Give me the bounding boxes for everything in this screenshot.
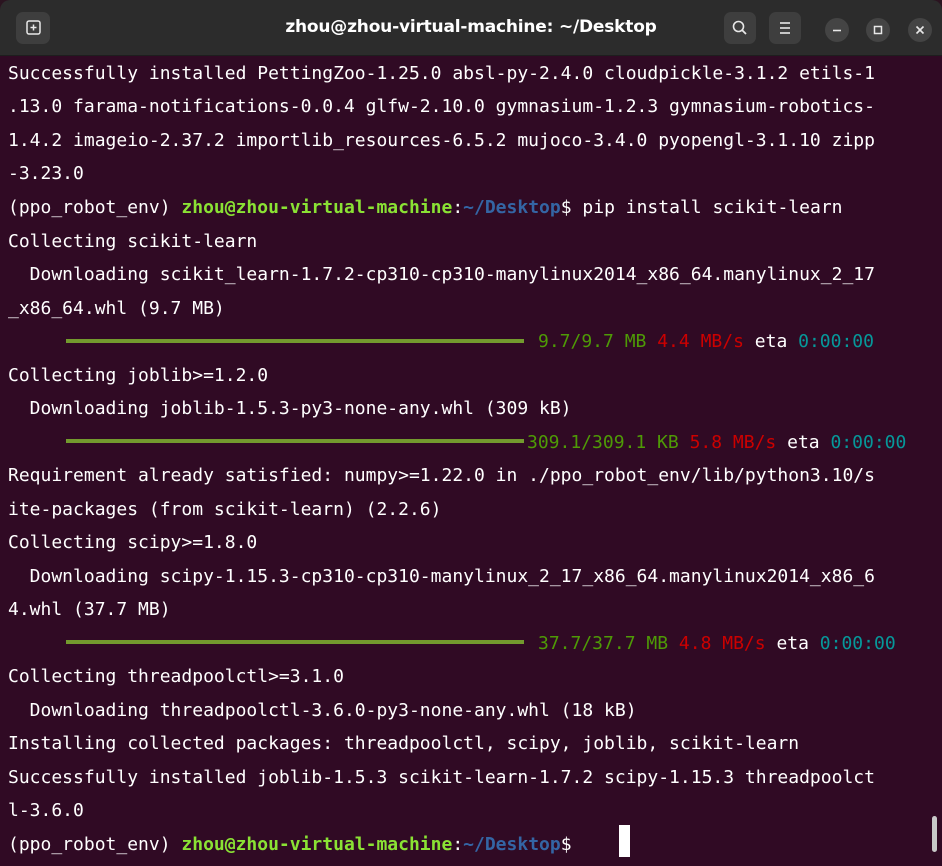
progress-eta-label: eta [754, 331, 788, 352]
progress-eta-label: eta [776, 633, 809, 654]
progress-bar [66, 339, 524, 343]
prompt-path: ~/Desktop [463, 834, 561, 855]
close-button[interactable] [908, 18, 932, 42]
prompt-sign: $ [560, 834, 583, 855]
title-bar: zhou@zhou-virtual-machine: ~/Desktop [0, 0, 942, 56]
search-button[interactable] [724, 12, 756, 44]
output-line: Collecting scikit-learn [8, 231, 258, 252]
output-line: Collecting joblib>=1.2.0 [8, 365, 269, 386]
prompt-command: pip install scikit-learn [582, 197, 843, 218]
progress-info: 309.1/309.1 KB 5.8 MB/s eta 0:00:00 [527, 428, 906, 458]
hamburger-menu-icon [780, 22, 790, 34]
output-line: Requirement already satisfied: numpy>=1.… [8, 465, 875, 486]
output-line: Downloading joblib-1.5.3-py3-none-any.wh… [8, 398, 572, 419]
output-line: .13.0 farama-notifications-0.0.4 glfw-2.… [8, 96, 875, 117]
progress-rate: 4.4 MB/s [657, 331, 744, 352]
progress-rate: 5.8 MB/s [689, 432, 777, 453]
output-line: Collecting scipy>=1.8.0 [8, 532, 258, 553]
minimize-icon [833, 29, 841, 32]
search-icon [732, 20, 747, 35]
output-line: Downloading scikit_learn-1.7.2-cp310-cp3… [8, 264, 875, 285]
output-line: -3.23.0 [8, 163, 84, 184]
output-line: Downloading threadpoolctl-3.6.0-py3-none… [8, 700, 637, 721]
prompt-user-host: zhou@zhou-virtual-machine [181, 834, 453, 855]
output-line: 1.4.2 imageio-2.37.2 importlib_resources… [8, 130, 875, 151]
prompt-colon: : [452, 197, 464, 218]
maximize-button[interactable] [866, 18, 890, 42]
scrollbar-thumb[interactable] [932, 816, 937, 852]
output-line: Successfully installed PettingZoo-1.25.0… [8, 63, 875, 84]
prompt-colon: : [452, 834, 464, 855]
output-line: Successfully installed joblib-1.5.3 scik… [8, 767, 875, 788]
prompt-user-host: zhou@zhou-virtual-machine [181, 197, 453, 218]
maximize-icon [873, 25, 883, 35]
progress-eta: 0:00:00 [798, 331, 874, 352]
menu-button[interactable] [769, 12, 801, 44]
output-line: ite-packages (from scikit-learn) (2.2.6) [8, 499, 442, 520]
progress-done: 37.7/37.7 MB [538, 633, 669, 654]
text-cursor [619, 825, 630, 857]
minimize-button[interactable] [825, 18, 849, 42]
terminal-output[interactable]: Successfully installed PettingZoo-1.25.0… [0, 56, 942, 866]
output-line: Installing collected packages: threadpoo… [8, 733, 800, 754]
progress-eta: 0:00:00 [819, 633, 896, 654]
prompt-line: (ppo_robot_env) zhou@zhou-virtual-machin… [8, 830, 582, 860]
progress-rate: 4.8 MB/s [678, 633, 766, 654]
output-line: _x86_64.whl (9.7 MB) [8, 298, 225, 319]
prompt-env: (ppo_robot_env) [8, 197, 182, 218]
terminal-window: zhou@zhou-virtual-machine: ~/Desktop Suc… [0, 0, 942, 866]
prompt-line: (ppo_robot_env) zhou@zhou-virtual-machin… [8, 193, 843, 223]
output-line: Downloading scipy-1.15.3-cp310-cp310-man… [8, 566, 875, 587]
progress-bar [66, 439, 524, 443]
close-icon [915, 25, 925, 35]
prompt-sign: $ [560, 197, 583, 218]
progress-info: 9.7/9.7 MB 4.4 MB/s eta 0:00:00 [538, 327, 874, 357]
progress-eta-label: eta [787, 432, 820, 453]
progress-eta: 0:00:00 [830, 432, 907, 453]
progress-done: 9.7/9.7 MB [538, 331, 647, 352]
prompt-env: (ppo_robot_env) [8, 834, 182, 855]
progress-done: 309.1/309.1 KB [527, 432, 679, 453]
output-line: Collecting threadpoolctl>=3.1.0 [8, 666, 344, 687]
output-line: 4.whl (37.7 MB) [8, 599, 171, 620]
progress-bar [66, 640, 524, 644]
progress-info: 37.7/37.7 MB 4.8 MB/s eta 0:00:00 [538, 629, 896, 659]
output-line: l-3.6.0 [8, 800, 84, 821]
prompt-path: ~/Desktop [463, 197, 561, 218]
